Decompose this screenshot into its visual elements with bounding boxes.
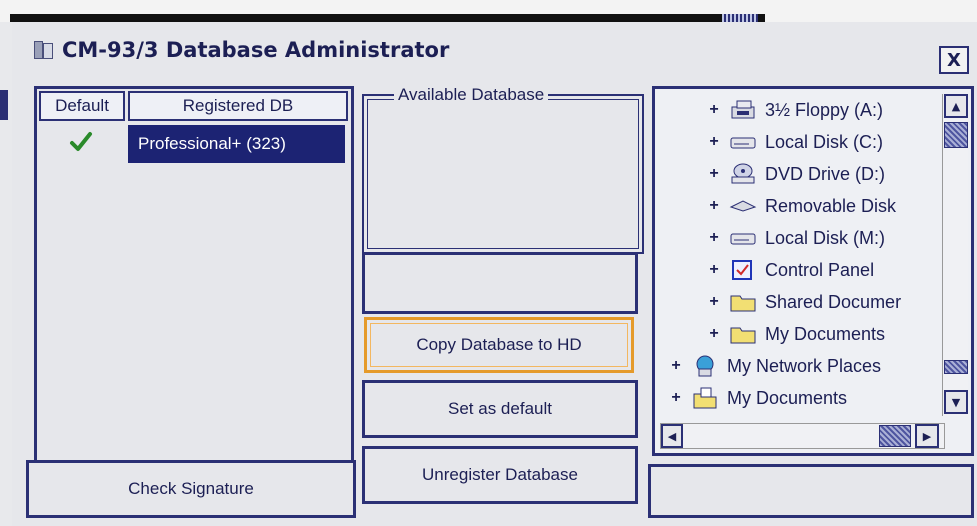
tree-item-label: Control Panel (765, 259, 875, 280)
tree-item-local-disk-c[interactable]: + Local Disk (C:) (707, 127, 883, 157)
close-button[interactable]: X (939, 46, 969, 74)
tree-item-label: Shared Documer (765, 291, 902, 312)
tree-item-floppy[interactable]: + 3½ Floppy (A:) (707, 95, 883, 125)
blank-status-button[interactable] (648, 464, 974, 518)
floppy-icon (729, 99, 757, 121)
copy-database-button[interactable]: Copy Database to HD (364, 317, 634, 373)
folder-icon (729, 291, 757, 313)
expand-icon[interactable]: + (707, 133, 721, 151)
tree-item-label: My Documents (727, 387, 848, 408)
available-database-list[interactable] (367, 99, 639, 249)
tree-item-label: Local Disk (C:) (765, 131, 884, 152)
background-left-bar (0, 90, 8, 120)
tree-item-network-places[interactable]: + My Network Places (669, 351, 881, 381)
tree-item-label: My Documents (765, 323, 886, 344)
check-signature-button[interactable]: Check Signature (26, 460, 356, 518)
tree-item-label: DVD Drive (D:) (765, 163, 885, 184)
scroll-left-button[interactable]: ◀ (661, 424, 683, 448)
network-places-icon (691, 355, 719, 377)
unregister-database-button[interactable]: Unregister Database (362, 446, 638, 504)
folder-tree[interactable]: + 3½ Floppy (A:) + Local Disk (C:) + DVD… (652, 86, 974, 456)
scroll-right-button[interactable]: ▶ (915, 424, 939, 448)
tree-item-my-documents[interactable]: + My Documents (707, 319, 885, 349)
scroll-down-button[interactable]: ▼ (944, 390, 968, 414)
tree-item-shared-documents[interactable]: + Shared Documer (707, 287, 901, 317)
app-icon (34, 39, 54, 61)
background-pattern-strip (722, 14, 758, 22)
expand-icon[interactable]: + (707, 197, 721, 215)
control-panel-icon (729, 259, 757, 281)
expand-icon[interactable]: + (707, 325, 721, 343)
expand-icon[interactable]: + (707, 165, 721, 183)
scroll-up-button[interactable]: ▲ (944, 94, 968, 118)
expand-icon[interactable]: + (669, 357, 683, 375)
horizontal-scrollbar[interactable]: ◀ ▶ (660, 423, 945, 449)
registered-db-list[interactable]: Default Registered DB Professional+ (323… (34, 86, 354, 476)
set-default-button[interactable]: Set as default (362, 380, 638, 438)
default-check-icon (70, 132, 92, 151)
registered-db-row[interactable]: Professional+ (323) (39, 125, 349, 163)
my-documents-icon (691, 387, 719, 409)
tree-item-label: Removable Disk (765, 195, 897, 216)
horizontal-scroll-thumb[interactable] (879, 425, 911, 447)
database-administrator-window: CM-93/3 Database Administrator X Default… (12, 22, 977, 526)
vertical-scroll-thumb[interactable] (944, 122, 968, 148)
hard-disk-icon (729, 227, 757, 249)
expand-icon[interactable]: + (707, 261, 721, 279)
blank-button[interactable] (362, 252, 638, 314)
tree-item-control-panel[interactable]: + Control Panel (707, 255, 874, 285)
folder-icon (729, 323, 757, 345)
vertical-scrollbar[interactable]: ▲ ▼ (942, 94, 968, 416)
background-top-band (0, 0, 977, 22)
window-title: CM-93/3 Database Administrator (62, 38, 450, 62)
tree-item-label: My Network Places (727, 355, 882, 376)
expand-icon[interactable]: + (669, 389, 683, 407)
vertical-scroll-track-marker (944, 360, 968, 374)
tree-item-label: 3½ Floppy (A:) (765, 99, 884, 120)
expand-icon[interactable]: + (707, 101, 721, 119)
column-header-registered-db[interactable]: Registered DB (128, 91, 348, 121)
tree-item-removable-disk[interactable]: + Removable Disk (707, 191, 896, 221)
tree-item-my-documents-root[interactable]: + My Documents (669, 383, 847, 413)
hard-disk-icon (729, 131, 757, 153)
registered-db-name[interactable]: Professional+ (323) (128, 125, 345, 163)
expand-icon[interactable]: + (707, 293, 721, 311)
tree-item-local-disk-m[interactable]: + Local Disk (M:) (707, 223, 885, 253)
removable-disk-icon (729, 195, 757, 217)
title-bar: CM-93/3 Database Administrator (34, 34, 449, 66)
expand-icon[interactable]: + (707, 229, 721, 247)
dvd-drive-icon (729, 163, 757, 185)
tree-item-label: Local Disk (M:) (765, 227, 886, 248)
column-header-default[interactable]: Default (39, 91, 125, 121)
tree-item-dvd-drive[interactable]: + DVD Drive (D:) (707, 159, 885, 189)
available-database-group[interactable] (362, 94, 644, 254)
background-dark-strip (10, 14, 765, 22)
available-database-label: Available Database (394, 85, 549, 105)
